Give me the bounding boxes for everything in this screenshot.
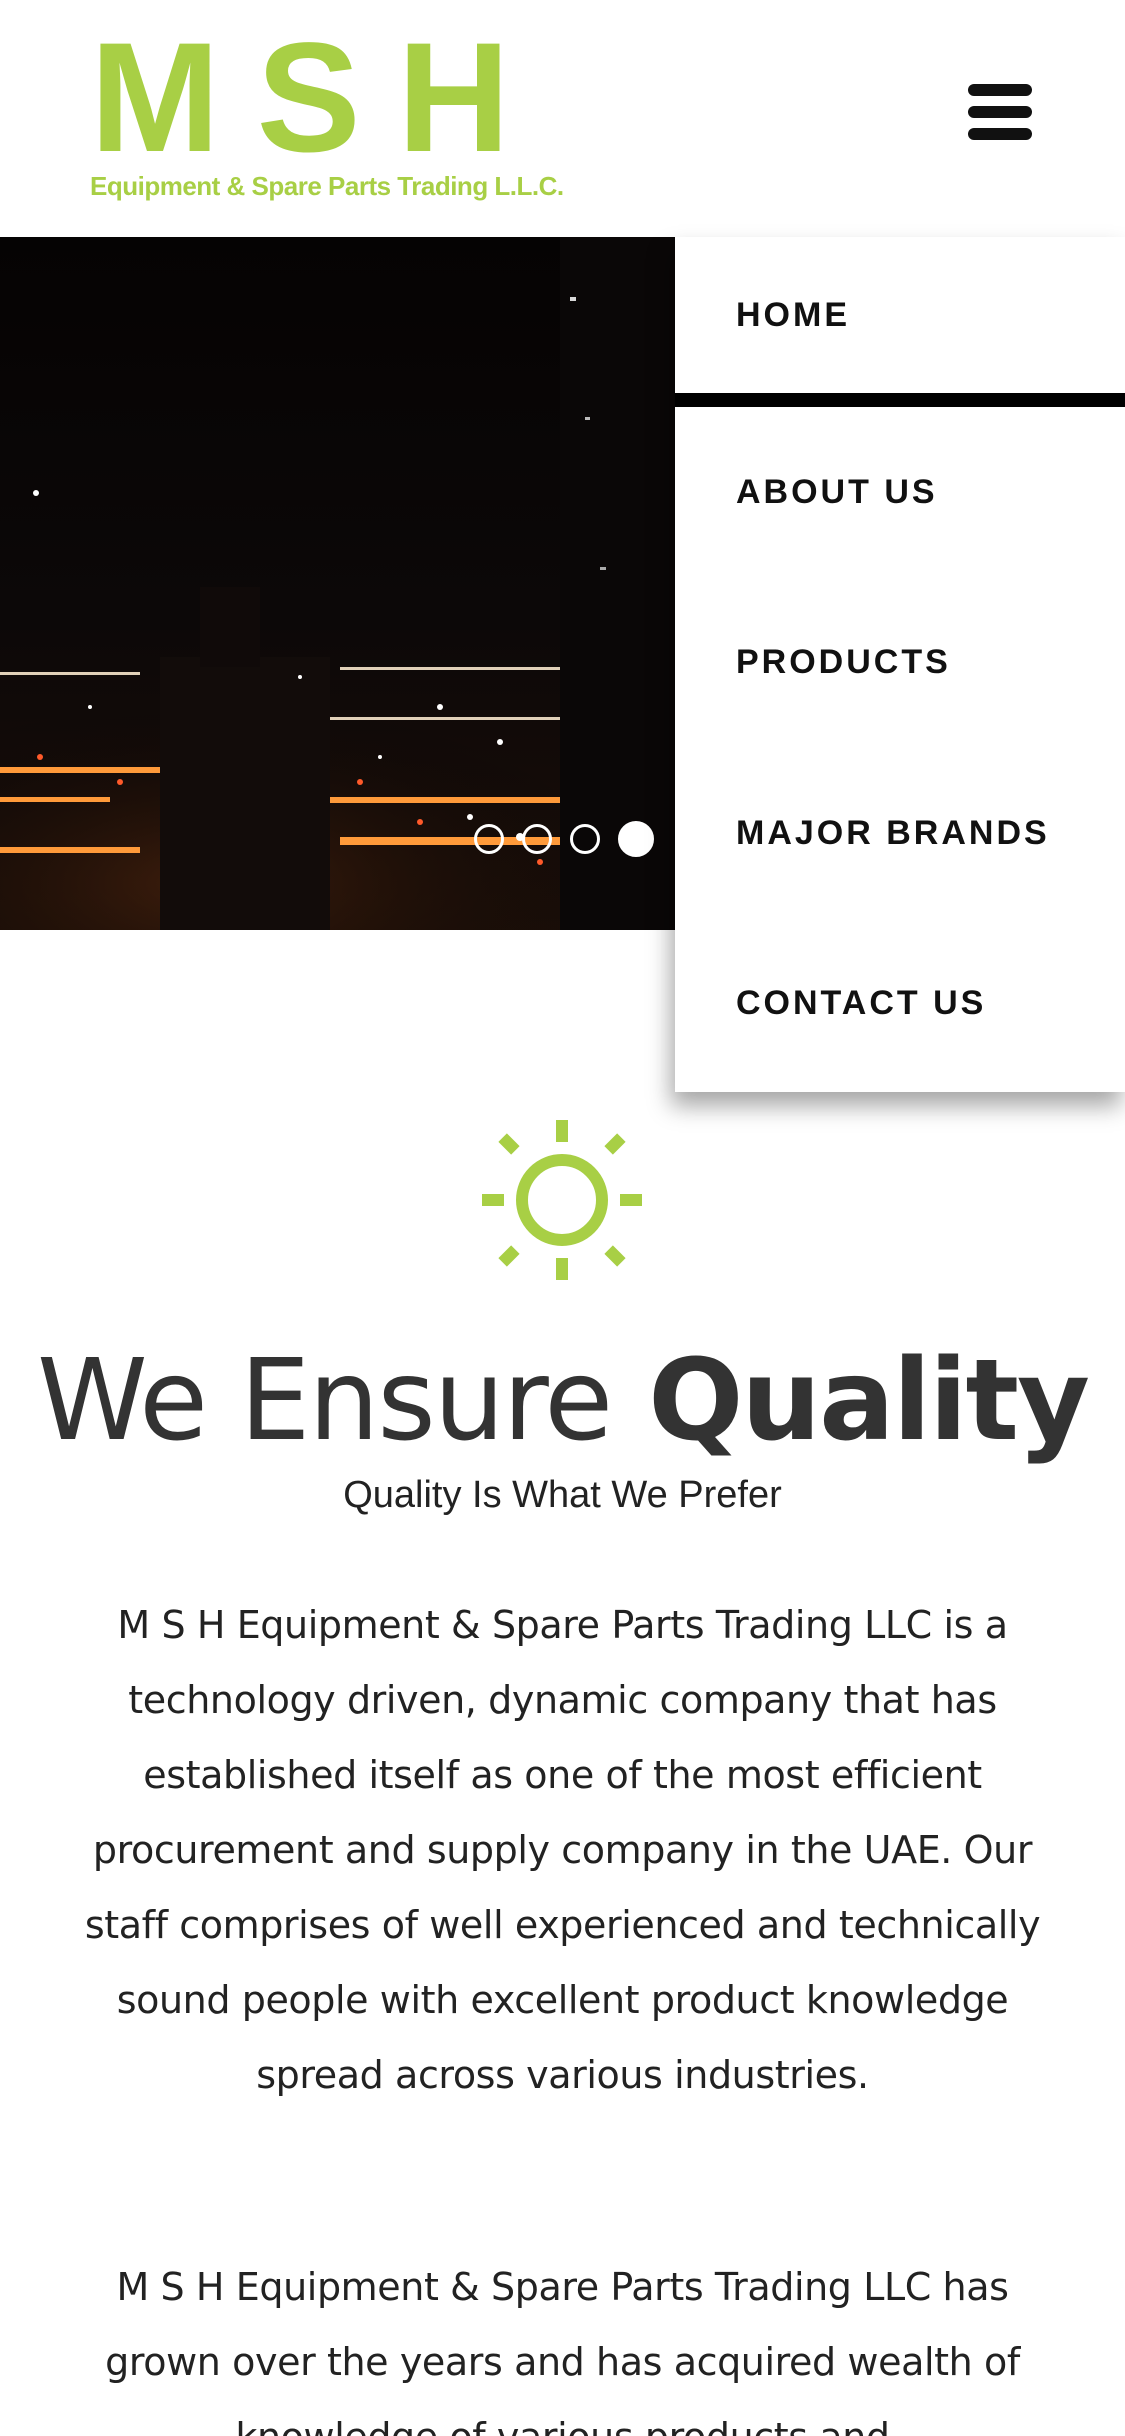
logo-letter-s: S [256, 11, 361, 185]
nav-item-products[interactable]: PRODUCTS [675, 577, 1125, 747]
nav-item-major-brands[interactable]: MAJOR BRANDS [675, 748, 1125, 918]
nav-dropdown-menu: HOME ABOUT US PRODUCTS MAJOR BRANDS CONT… [675, 237, 1125, 1092]
menu-bar [968, 128, 1032, 140]
logo-subtitle: Equipment & Spare Parts Trading L.L.C. [90, 171, 564, 201]
site-logo[interactable]: M S H Equipment & Spare Parts Trading L.… [90, 11, 564, 206]
title-bold: Quality [648, 1336, 1090, 1466]
sun-icon [482, 1120, 642, 1280]
slider-dot[interactable] [522, 824, 552, 854]
hamburger-menu-icon[interactable] [960, 80, 1040, 144]
title-light: We Ensure [36, 1336, 613, 1466]
nav-item-about-us[interactable]: ABOUT US [675, 407, 1125, 577]
page-subtitle: Quality Is What We Prefer [343, 1474, 782, 1516]
site-header: M S H Equipment & Spare Parts Trading L.… [0, 0, 1125, 237]
intro-paragraph: M S H Equipment & Spare Parts Trading LL… [84, 1603, 1041, 2097]
logo-letter-m: M [90, 11, 220, 185]
logo-letter-h: H [397, 11, 510, 185]
menu-bar [968, 84, 1032, 96]
slider-dot[interactable] [570, 824, 600, 854]
nav-item-contact-us[interactable]: CONTACT US [675, 918, 1125, 1088]
nav-item-home[interactable]: HOME [675, 237, 1125, 407]
history-paragraph: M S H Equipment & Spare Parts Trading LL… [105, 2265, 1020, 2436]
menu-bar [968, 106, 1032, 118]
slider-dot-active[interactable] [618, 821, 654, 857]
slider-dot[interactable] [474, 824, 504, 854]
page: M S H Equipment & Spare Parts Trading L.… [0, 0, 1125, 2436]
logo-mark: M S H [90, 11, 510, 185]
slider-pagination [474, 819, 654, 859]
page-title: We Ensure Quality [0, 1336, 1125, 1466]
